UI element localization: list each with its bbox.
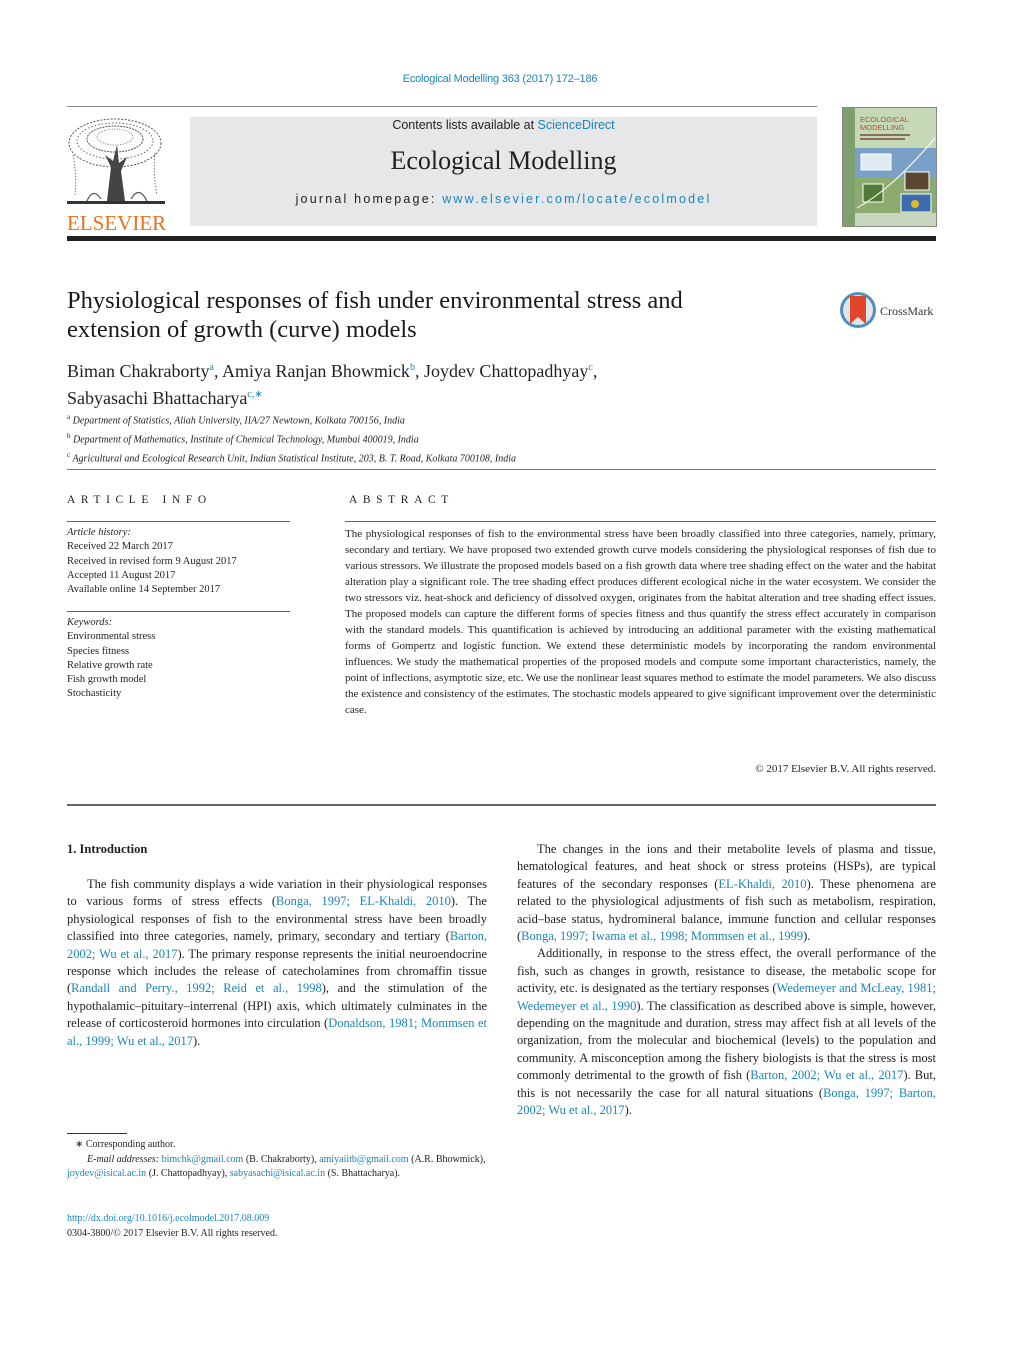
- paragraph: The fish community displays a wide varia…: [67, 876, 487, 1050]
- keyword: Fish growth model: [67, 674, 147, 686]
- affiliation: c Agricultural and Ecological Research U…: [67, 450, 517, 464]
- crossmark-button[interactable]: CrossMark: [838, 290, 938, 330]
- abstract-heading: ABSTRACT: [349, 494, 454, 506]
- svg-text:CrossMark: CrossMark: [880, 304, 933, 318]
- elsevier-wordmark: ELSEVIER: [67, 211, 167, 235]
- elsevier-logo[interactable]: ELSEVIER: [67, 115, 167, 235]
- title-line-1: Physiological responses of fish under en…: [67, 287, 683, 314]
- section-heading-introduction: 1. Introduction: [67, 842, 148, 856]
- history-item: Received in revised form 9 August 2017: [67, 555, 237, 567]
- article-title: Physiological responses of fish under en…: [67, 286, 827, 344]
- divider: [67, 804, 936, 806]
- issn-copyright: 0304-3800/© 2017 Elsevier B.V. All right…: [67, 1227, 278, 1239]
- divider: [67, 521, 290, 522]
- journal-masthead: Contents lists available at ScienceDirec…: [190, 117, 817, 226]
- citation-link[interactable]: Bonga, 1997; EL-Khaldi, 2010: [276, 894, 451, 908]
- footnote: ∗ Corresponding author. E-mail addresses…: [67, 1138, 487, 1182]
- history-label: Article history:: [67, 527, 131, 538]
- contents-prefix: Contents lists available at: [392, 118, 538, 132]
- email-addresses: E-mail addresses: bimchk@gmail.com (B. C…: [67, 1153, 486, 1180]
- abstract-text: The physiological responses of fish to t…: [345, 528, 936, 716]
- citation-link[interactable]: EL-Khaldi, 2010: [718, 877, 806, 891]
- email-link[interactable]: amiyaiitb@gmail.com: [319, 1154, 408, 1165]
- history-item: Available online 14 September 2017: [67, 584, 221, 596]
- author[interactable]: Joydev Chattopadhyayc: [424, 361, 593, 381]
- keywords: Keywords: Environmental stress Species f…: [67, 616, 155, 702]
- footnote-divider: [67, 1133, 127, 1134]
- header-divider: [67, 236, 936, 241]
- author[interactable]: Biman Chakrabortya: [67, 361, 214, 381]
- body-text: ).: [624, 1103, 632, 1118]
- keyword: Stochasticity: [67, 688, 122, 700]
- body-text: ).: [803, 929, 811, 944]
- keywords-label: Keywords:: [67, 617, 113, 628]
- article-history: Article history: Received 22 March 2017 …: [67, 526, 237, 597]
- email-label: E-mail addresses:: [87, 1153, 160, 1165]
- crossmark-icon: CrossMark: [840, 292, 933, 328]
- journal-title: Ecological Modelling: [390, 146, 617, 175]
- email-link[interactable]: bimchk@gmail.com: [162, 1154, 244, 1165]
- body-text: ).: [192, 1033, 201, 1048]
- citation-link[interactable]: Randall and Perry., 1992; Reid et al., 1…: [71, 981, 322, 995]
- divider: [67, 106, 817, 107]
- affiliation-ref[interactable]: c,∗: [247, 389, 262, 400]
- history-item: Accepted 11 August 2017: [67, 569, 176, 581]
- keyword: Environmental stress: [67, 631, 156, 643]
- paragraph: Additionally, in response to the stress …: [517, 945, 936, 1119]
- sciencedirect-link[interactable]: ScienceDirect: [538, 118, 615, 132]
- affiliation: b Department of Mathematics, Institute o…: [67, 431, 419, 446]
- doi-block: http://dx.doi.org/10.1016/j.ecolmodel.20…: [67, 1212, 277, 1241]
- body-column-right: The changes in the ions and their metabo…: [517, 841, 936, 1120]
- corresponding-author-note: ∗ Corresponding author.: [75, 1139, 176, 1150]
- cover-image-icon: ECOLOGICAL MODELLING: [843, 108, 936, 226]
- contents-line: Contents lists available at ScienceDirec…: [190, 117, 817, 132]
- affiliations: a Department of Statistics, Aliah Univer…: [67, 410, 516, 466]
- paragraph: The changes in the ions and their metabo…: [517, 841, 936, 945]
- elsevier-tree-icon: [67, 118, 165, 204]
- journal-cover-thumbnail[interactable]: ECOLOGICAL MODELLING: [842, 107, 937, 227]
- author-list: Biman Chakrabortya, Amiya Ranjan Bhowmic…: [67, 361, 598, 408]
- citation-link[interactable]: Bonga, 1997; Iwama et al., 1998; Mommsen…: [521, 929, 803, 943]
- svg-text:MODELLING: MODELLING: [860, 123, 904, 132]
- body-column-left: The fish community displays a wide varia…: [67, 876, 487, 1050]
- author[interactable]: Sabyasachi Bhattacharyac,∗: [67, 388, 263, 408]
- email-link[interactable]: sabyasachi@isical.ac.in: [230, 1168, 325, 1179]
- article-info-heading: ARTICLE INFO: [67, 494, 212, 506]
- homepage-prefix: journal homepage:: [295, 192, 443, 206]
- author[interactable]: Amiya Ranjan Bhowmickb: [222, 361, 415, 381]
- keyword: Species fitness: [67, 645, 130, 657]
- abstract-copyright: © 2017 Elsevier B.V. All rights reserved…: [755, 763, 936, 775]
- divider: [345, 521, 936, 522]
- doi-link[interactable]: http://dx.doi.org/10.1016/j.ecolmodel.20…: [67, 1212, 277, 1227]
- homepage-link[interactable]: www.elsevier.com/locate/ecolmodel: [442, 192, 711, 206]
- email-link[interactable]: joydev@isical.ac.in: [67, 1168, 146, 1179]
- title-line-2: extension of growth (curve) models: [67, 316, 417, 343]
- journal-reference-link[interactable]: Ecological Modelling 363 (2017) 172–186: [0, 73, 1000, 85]
- divider: [67, 469, 936, 470]
- keyword: Relative growth rate: [67, 659, 153, 671]
- affiliation: a Department of Statistics, Aliah Univer…: [67, 413, 405, 427]
- citation-link[interactable]: Barton, 2002; Wu et al., 2017: [750, 1068, 903, 1082]
- homepage-line: journal homepage: www.elsevier.com/locat…: [190, 192, 817, 206]
- divider: [67, 611, 290, 612]
- history-item: Received 22 March 2017: [67, 541, 173, 553]
